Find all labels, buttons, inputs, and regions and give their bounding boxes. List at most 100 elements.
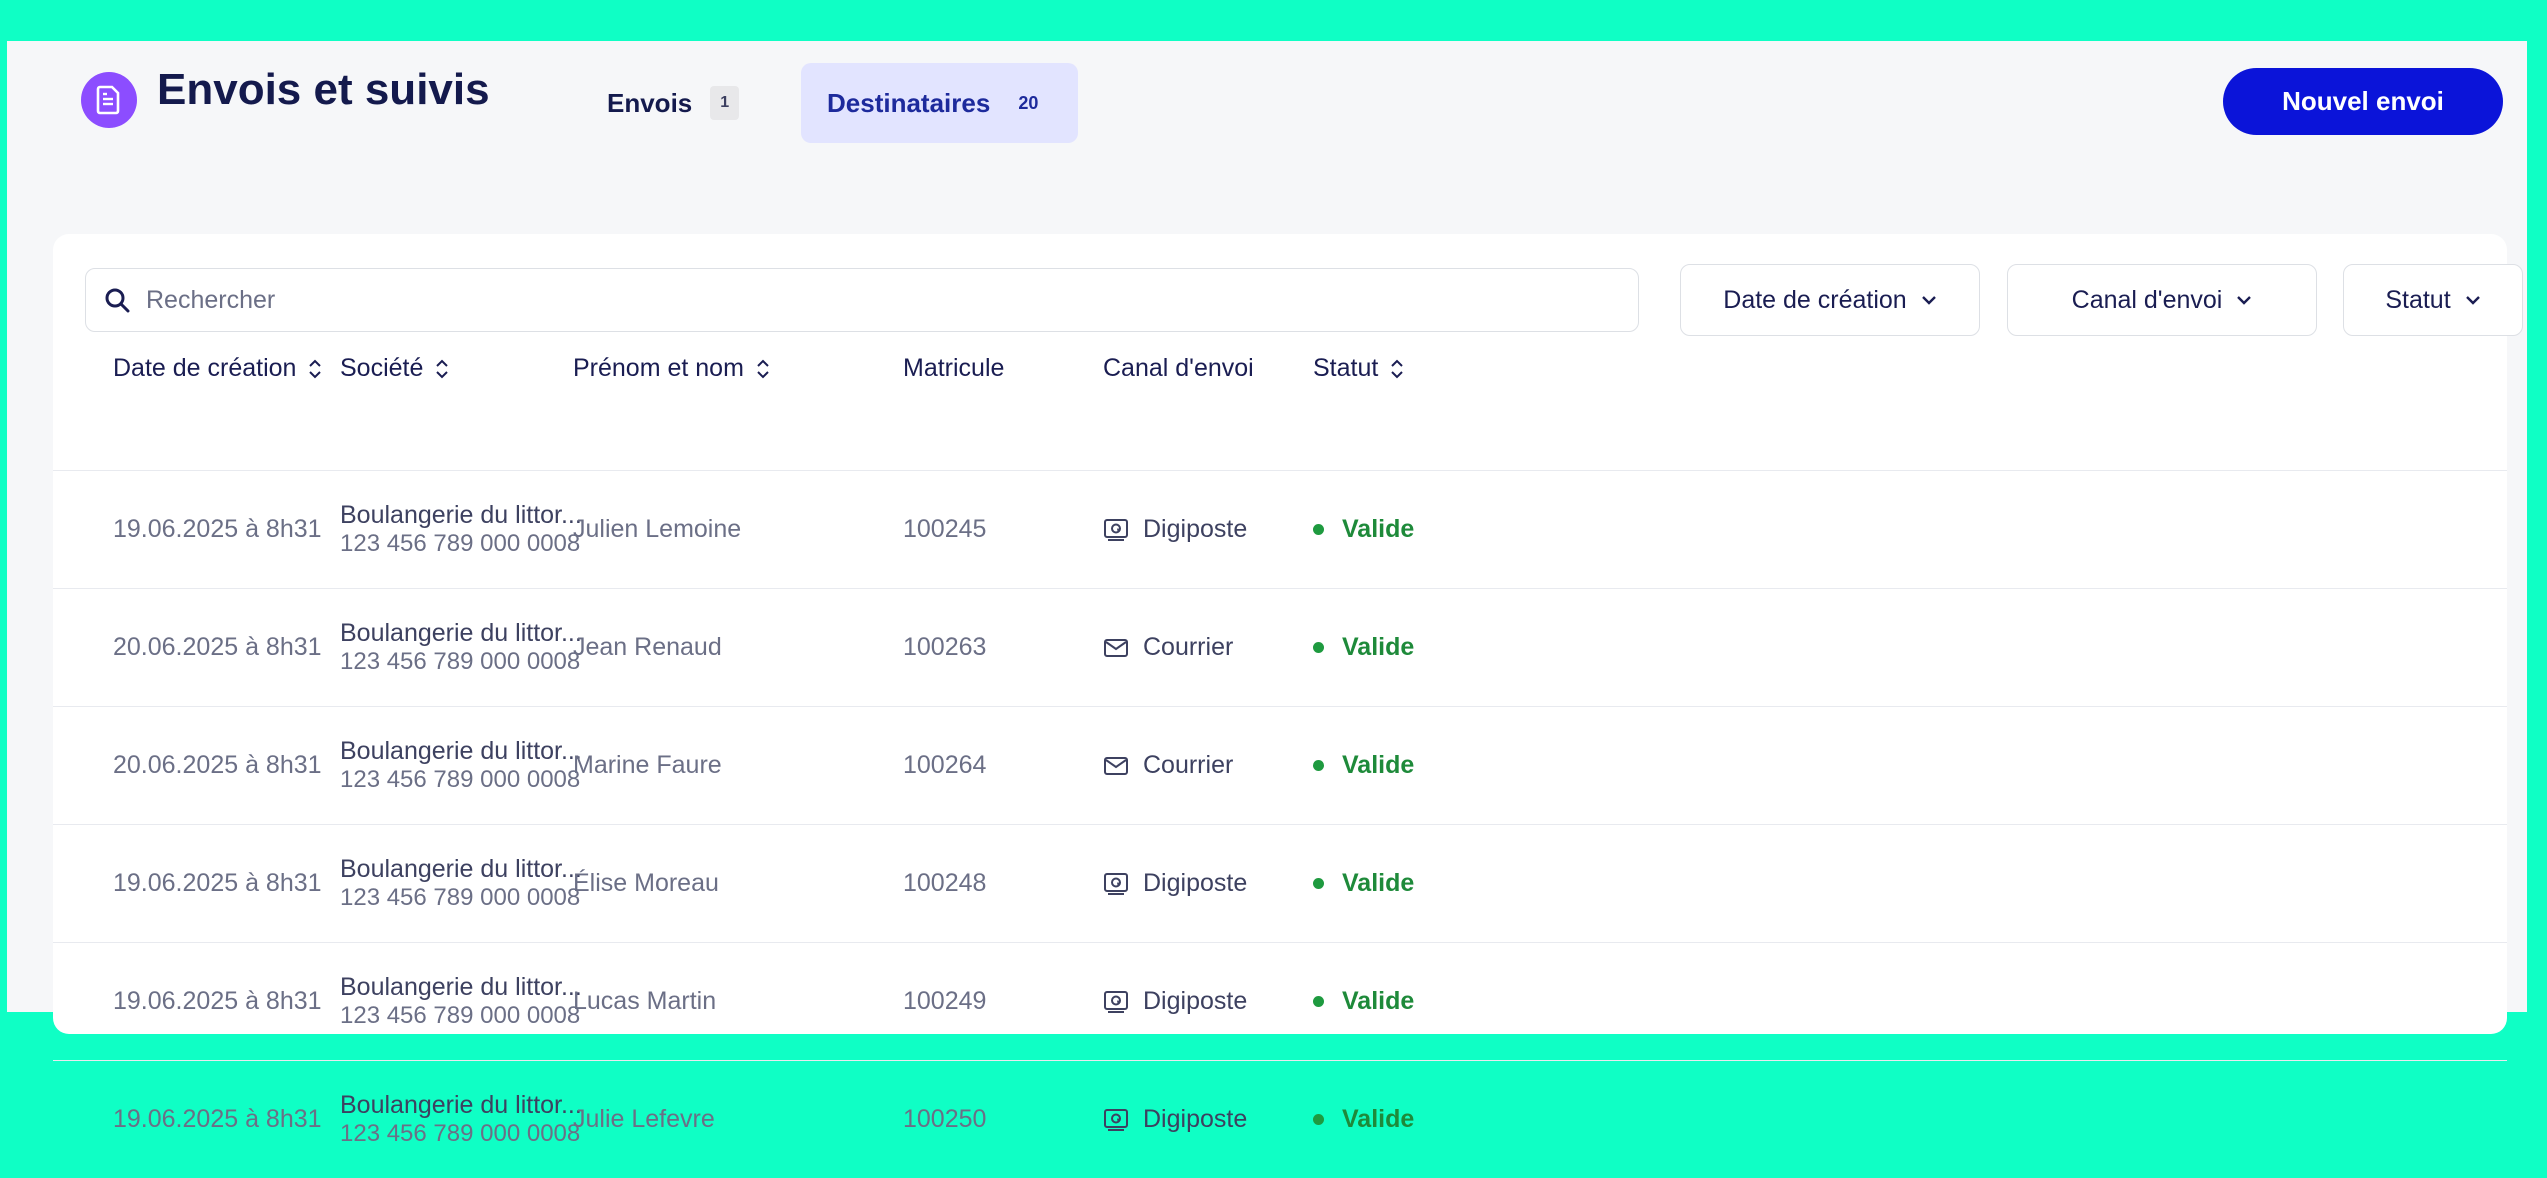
company-name: Boulangerie du littor...: [340, 855, 582, 883]
cell-canal: Digiposte: [1103, 471, 1247, 588]
status-badge: Valide: [1342, 751, 1415, 779]
new-envoi-button[interactable]: Nouvel envoi: [2223, 68, 2503, 135]
column-label: Société: [340, 354, 424, 382]
cell-canal: Courrier: [1103, 589, 1233, 706]
column-header-matricule: Matricule: [903, 354, 1004, 383]
cell-societe: Boulangerie du littor... 123 456 789 000…: [340, 471, 582, 588]
cell-societe: Boulangerie du littor... 123 456 789 000…: [340, 943, 582, 1060]
company-name: Boulangerie du littor...: [340, 973, 582, 1001]
status-badge: Valide: [1342, 633, 1415, 661]
mail-icon: [1103, 756, 1129, 776]
table-row[interactable]: 19.06.2025 à 8h31 Boulangerie du littor.…: [53, 470, 2507, 588]
canal-label: Courrier: [1143, 633, 1234, 661]
cell-nom: Julie Lefevre: [573, 1105, 715, 1133]
cell-date: 19.06.2025 à 8h31: [113, 869, 322, 897]
cell-statut: Valide: [1313, 707, 1414, 824]
page-title: Envois et suivis: [157, 65, 490, 114]
cell-societe: Boulangerie du littor... 123 456 789 000…: [340, 825, 582, 942]
status-dot: [1313, 996, 1324, 1007]
filter-statut[interactable]: Statut: [2343, 264, 2523, 336]
canal-label: Digiposte: [1143, 869, 1248, 897]
column-label: Canal d'envoi: [1103, 354, 1254, 382]
column-label: Matricule: [903, 354, 1005, 382]
tab-destinataires[interactable]: Destinataires 20: [801, 63, 1079, 143]
digiposte-icon: [1103, 872, 1129, 896]
cell-nom: Marine Faure: [573, 751, 722, 779]
company-siret: 123 456 789 000 0008: [340, 766, 581, 793]
column-header-statut[interactable]: Statut: [1313, 354, 1404, 383]
search-input[interactable]: [144, 284, 1548, 316]
company-name: Boulangerie du littor...: [340, 619, 582, 647]
company-siret: 123 456 789 000 0008: [340, 530, 581, 557]
canal-label: Digiposte: [1143, 515, 1248, 543]
table-card: Date de création Canal d'envoi Statut Da…: [53, 234, 2523, 1147]
app-window: Envois et suivis Envois 1 Destinataires …: [7, 41, 2527, 1147]
search-box[interactable]: [85, 268, 1639, 332]
tab-envois[interactable]: Envois 1: [607, 63, 740, 143]
cell-matricule: 100249: [903, 987, 987, 1015]
filter-label: Statut: [2385, 285, 2451, 314]
cell-date: 19.06.2025 à 8h31: [113, 515, 322, 543]
cell-nom: Julien Lemoine: [573, 515, 742, 543]
sort-icon: [756, 359, 770, 379]
cell-societe: Boulangerie du littor... 123 456 789 000…: [340, 707, 582, 824]
cell-nom: Élise Moreau: [573, 869, 719, 897]
tab-count-badge: 1: [710, 86, 740, 120]
table-body: 19.06.2025 à 8h31 Boulangerie du littor.…: [53, 470, 2507, 1178]
cell-canal: Digiposte: [1103, 943, 1247, 1060]
tab-count-badge: 20: [1018, 92, 1039, 113]
cell-matricule: 100263: [903, 633, 987, 661]
tab-label: Destinataires: [827, 87, 991, 118]
cell-canal: Courrier: [1103, 707, 1233, 824]
company-name: Boulangerie du littor...: [340, 737, 582, 765]
cell-date: 20.06.2025 à 8h31: [113, 633, 322, 661]
digiposte-icon: [1103, 1108, 1129, 1132]
table-row[interactable]: 20.06.2025 à 8h31 Boulangerie du littor.…: [53, 588, 2507, 706]
cell-matricule: 100245: [903, 515, 987, 543]
status-dot: [1313, 524, 1324, 535]
company-siret: 123 456 789 000 0008: [340, 1002, 581, 1029]
table-row[interactable]: 19.06.2025 à 8h31 Boulangerie du littor.…: [53, 824, 2507, 942]
company-siret: 123 456 789 000 0008: [340, 1120, 581, 1147]
table-row[interactable]: 20.06.2025 à 8h31 Boulangerie du littor.…: [53, 706, 2507, 824]
status-dot: [1313, 642, 1324, 653]
cell-societe: Boulangerie du littor... 123 456 789 000…: [340, 589, 582, 706]
table-row[interactable]: 19.06.2025 à 8h31 Boulangerie du littor.…: [53, 1060, 2507, 1178]
status-badge: Valide: [1342, 515, 1415, 543]
column-header-date[interactable]: Date de création: [113, 354, 322, 383]
cell-nom: Jean Renaud: [573, 633, 722, 661]
filter-label: Date de création: [1723, 285, 1907, 314]
chevron-down-icon: [2236, 295, 2252, 305]
cell-date: 19.06.2025 à 8h31: [113, 987, 322, 1015]
digiposte-icon: [1103, 990, 1129, 1014]
sort-icon: [1390, 359, 1404, 379]
cell-nom: Lucas Martin: [573, 987, 717, 1015]
cell-statut: Valide: [1313, 943, 1414, 1060]
canal-label: Digiposte: [1143, 1105, 1248, 1133]
table-row[interactable]: 19.06.2025 à 8h31 Boulangerie du littor.…: [53, 942, 2507, 1060]
tab-label: Envois: [607, 87, 693, 118]
cell-date: 19.06.2025 à 8h31: [113, 1105, 322, 1133]
cell-date: 20.06.2025 à 8h31: [113, 751, 322, 779]
digiposte-icon: [1103, 518, 1129, 542]
cell-societe: Boulangerie du littor... 123 456 789 000…: [340, 1061, 582, 1178]
filter-label: Canal d'envoi: [2071, 285, 2223, 314]
cell-statut: Valide: [1313, 589, 1414, 706]
cell-matricule: 100248: [903, 869, 987, 897]
sort-icon: [308, 359, 322, 379]
cell-matricule: 100250: [903, 1105, 987, 1133]
company-siret: 123 456 789 000 0008: [340, 648, 581, 675]
column-header-nom[interactable]: Prénom et nom: [573, 354, 770, 383]
cell-statut: Valide: [1313, 825, 1414, 942]
status-dot: [1313, 1114, 1324, 1125]
status-badge: Valide: [1342, 1105, 1415, 1133]
column-label: Statut: [1313, 354, 1379, 382]
column-header-canal: Canal d'envoi: [1103, 354, 1254, 383]
chevron-down-icon: [2465, 295, 2481, 305]
column-header-societe[interactable]: Société: [340, 354, 449, 383]
company-name: Boulangerie du littor...: [340, 501, 582, 529]
status-dot: [1313, 760, 1324, 771]
filter-canal-envoi[interactable]: Canal d'envoi: [2007, 264, 2317, 336]
cell-matricule: 100264: [903, 751, 987, 779]
filter-date-creation[interactable]: Date de création: [1680, 264, 1980, 336]
